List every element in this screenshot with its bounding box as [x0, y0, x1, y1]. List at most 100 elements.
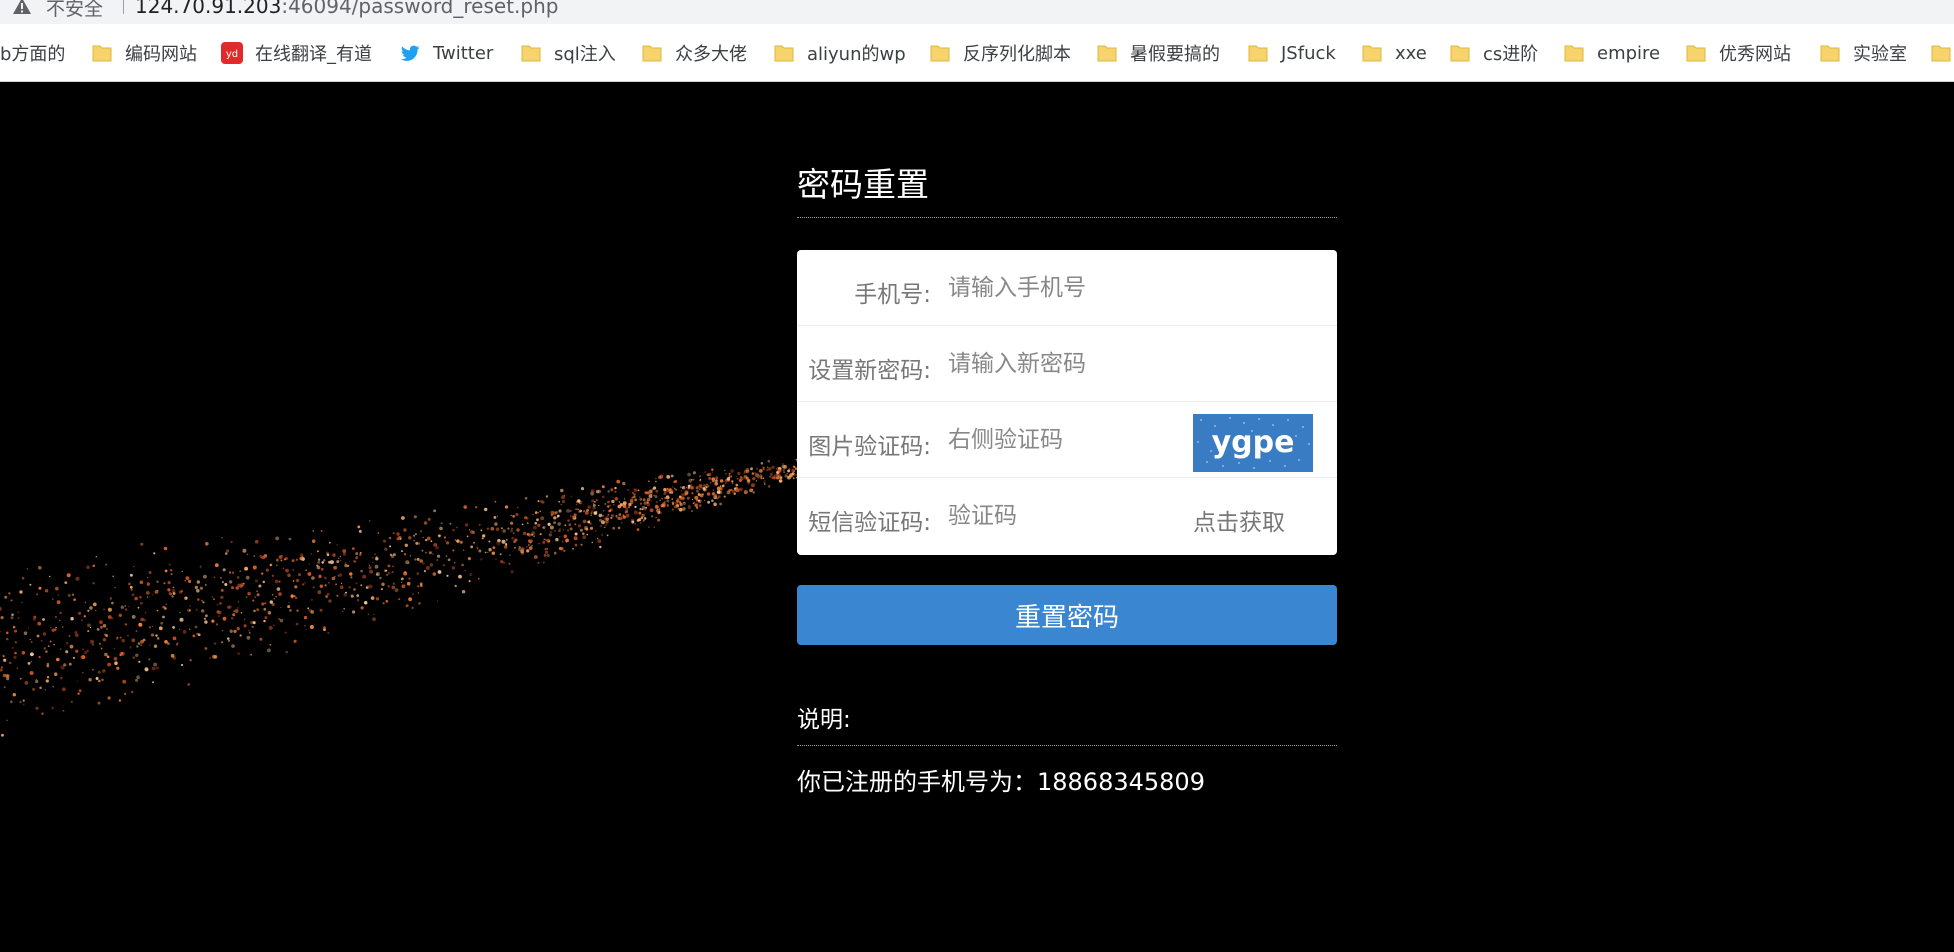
spark-particle	[116, 666, 120, 670]
security-label[interactable]: 不安全	[46, 0, 103, 21]
spark-particle	[406, 581, 411, 586]
bookmark-item[interactable]: yd 在线翻译_有道	[221, 41, 372, 65]
spark-particle	[351, 547, 355, 550]
spark-particle	[590, 512, 593, 514]
spark-particle	[665, 490, 668, 493]
bookmark-item[interactable]: 众多大佬	[641, 41, 747, 65]
spark-particle	[52, 685, 54, 688]
spark-particle	[711, 471, 714, 473]
spark-particle	[192, 634, 196, 638]
folder-icon	[1097, 45, 1117, 62]
spark-particle	[339, 585, 344, 589]
spark-particle	[526, 522, 529, 524]
spark-particle	[339, 559, 342, 562]
spark-particle	[231, 571, 235, 574]
bookmark-label: cs进阶	[1483, 44, 1539, 65]
spark-particle	[237, 652, 240, 655]
spark-particle	[336, 594, 339, 597]
spark-particle	[614, 486, 617, 490]
bookmark-item[interactable]: 编码网站	[91, 41, 197, 65]
spark-particle	[419, 559, 424, 563]
bookmark-item[interactable]: aliyun的wp	[773, 41, 906, 65]
spark-particle	[197, 598, 200, 601]
bookmark-item[interactable]: b方面的	[0, 41, 65, 65]
bookmark-item[interactable]: 优秀网站	[1685, 41, 1791, 65]
spark-particle	[317, 590, 322, 595]
spark-particle	[343, 592, 348, 597]
captcha-image[interactable]: ygpe	[1193, 414, 1313, 472]
spark-particle	[764, 483, 766, 485]
spark-particle	[32, 687, 36, 691]
spark-particle	[763, 481, 766, 484]
spark-particle	[557, 522, 561, 526]
bookmark-item[interactable]: 反序列化脚本	[929, 41, 1071, 65]
spark-particle	[478, 523, 481, 526]
reset-password-button[interactable]: 重置密码	[797, 585, 1337, 645]
bookmark-item-overflow[interactable]	[1930, 41, 1954, 65]
spark-particle	[583, 510, 586, 513]
bookmark-item[interactable]: 暑假要搞的	[1096, 41, 1220, 65]
spark-particle	[265, 568, 269, 572]
spark-particle	[607, 505, 610, 508]
spark-particle	[696, 489, 699, 493]
bookmark-item[interactable]: JSfuck	[1247, 41, 1336, 65]
spark-particle	[13, 655, 17, 659]
spark-particle	[653, 494, 655, 496]
phone-input[interactable]	[948, 268, 1188, 308]
bookmark-item[interactable]: sql注入	[520, 41, 616, 65]
spark-particle	[755, 480, 758, 482]
note-divider	[797, 745, 1337, 746]
get-sms-code-button[interactable]: 点击获取	[1193, 503, 1285, 537]
spark-particle	[692, 502, 695, 505]
spark-particle	[0, 606, 2, 611]
spark-particle	[309, 625, 314, 629]
spark-particle	[484, 551, 487, 554]
bookmark-item[interactable]: 实验室	[1819, 41, 1907, 65]
spark-particle	[773, 474, 777, 477]
spark-particle	[4, 595, 8, 599]
url-text[interactable]: 124.70.91.203:46094/password_reset.php	[135, 0, 558, 18]
spark-particle	[605, 515, 610, 519]
spark-particle	[547, 522, 551, 526]
bookmark-item[interactable]: cs进阶	[1449, 41, 1538, 65]
reset-form: 手机号: 设置新密码: 图片验证码: ygpe 短信验	[797, 250, 1337, 555]
spark-particle	[137, 642, 141, 645]
spark-particle	[507, 527, 510, 530]
spark-particle	[413, 534, 416, 537]
bookmark-label: 实验室	[1853, 44, 1907, 65]
sms-code-input[interactable]	[948, 496, 1188, 536]
spark-particle	[181, 663, 184, 667]
spark-particle	[499, 539, 501, 542]
spark-particle	[446, 574, 449, 577]
spark-particle	[432, 572, 437, 576]
spark-particle	[411, 606, 414, 609]
spark-particle	[595, 499, 598, 501]
spark-particle	[246, 635, 251, 640]
address-bar[interactable]: 不安全 124.70.91.203:46094/password_reset.p…	[0, 0, 1954, 24]
spark-particle	[32, 617, 37, 621]
spark-particle	[124, 608, 128, 611]
bookmark-item[interactable]: empire	[1563, 41, 1660, 65]
spark-particle	[171, 595, 174, 598]
bookmark-item[interactable]: Twitter	[399, 41, 493, 65]
captcha-input[interactable]	[948, 420, 1188, 460]
spark-particle	[318, 574, 322, 578]
spark-particle	[444, 540, 447, 542]
spark-particle	[220, 589, 224, 592]
bookmark-item[interactable]: xxe	[1361, 41, 1427, 65]
spark-particle	[401, 516, 405, 520]
spark-particle	[563, 534, 568, 539]
spark-particle	[599, 518, 602, 522]
spark-particle	[542, 561, 545, 564]
spark-particle	[235, 586, 239, 590]
spark-particle	[425, 538, 428, 542]
spark-particle	[593, 511, 598, 515]
spark-particle	[74, 633, 79, 637]
spark-particle	[560, 503, 562, 506]
spark-particle	[582, 532, 585, 535]
spark-particle	[435, 546, 439, 550]
spark-particle	[614, 497, 619, 501]
spark-particle	[198, 633, 201, 637]
new-password-input[interactable]	[948, 344, 1188, 384]
spark-particle	[617, 504, 622, 509]
